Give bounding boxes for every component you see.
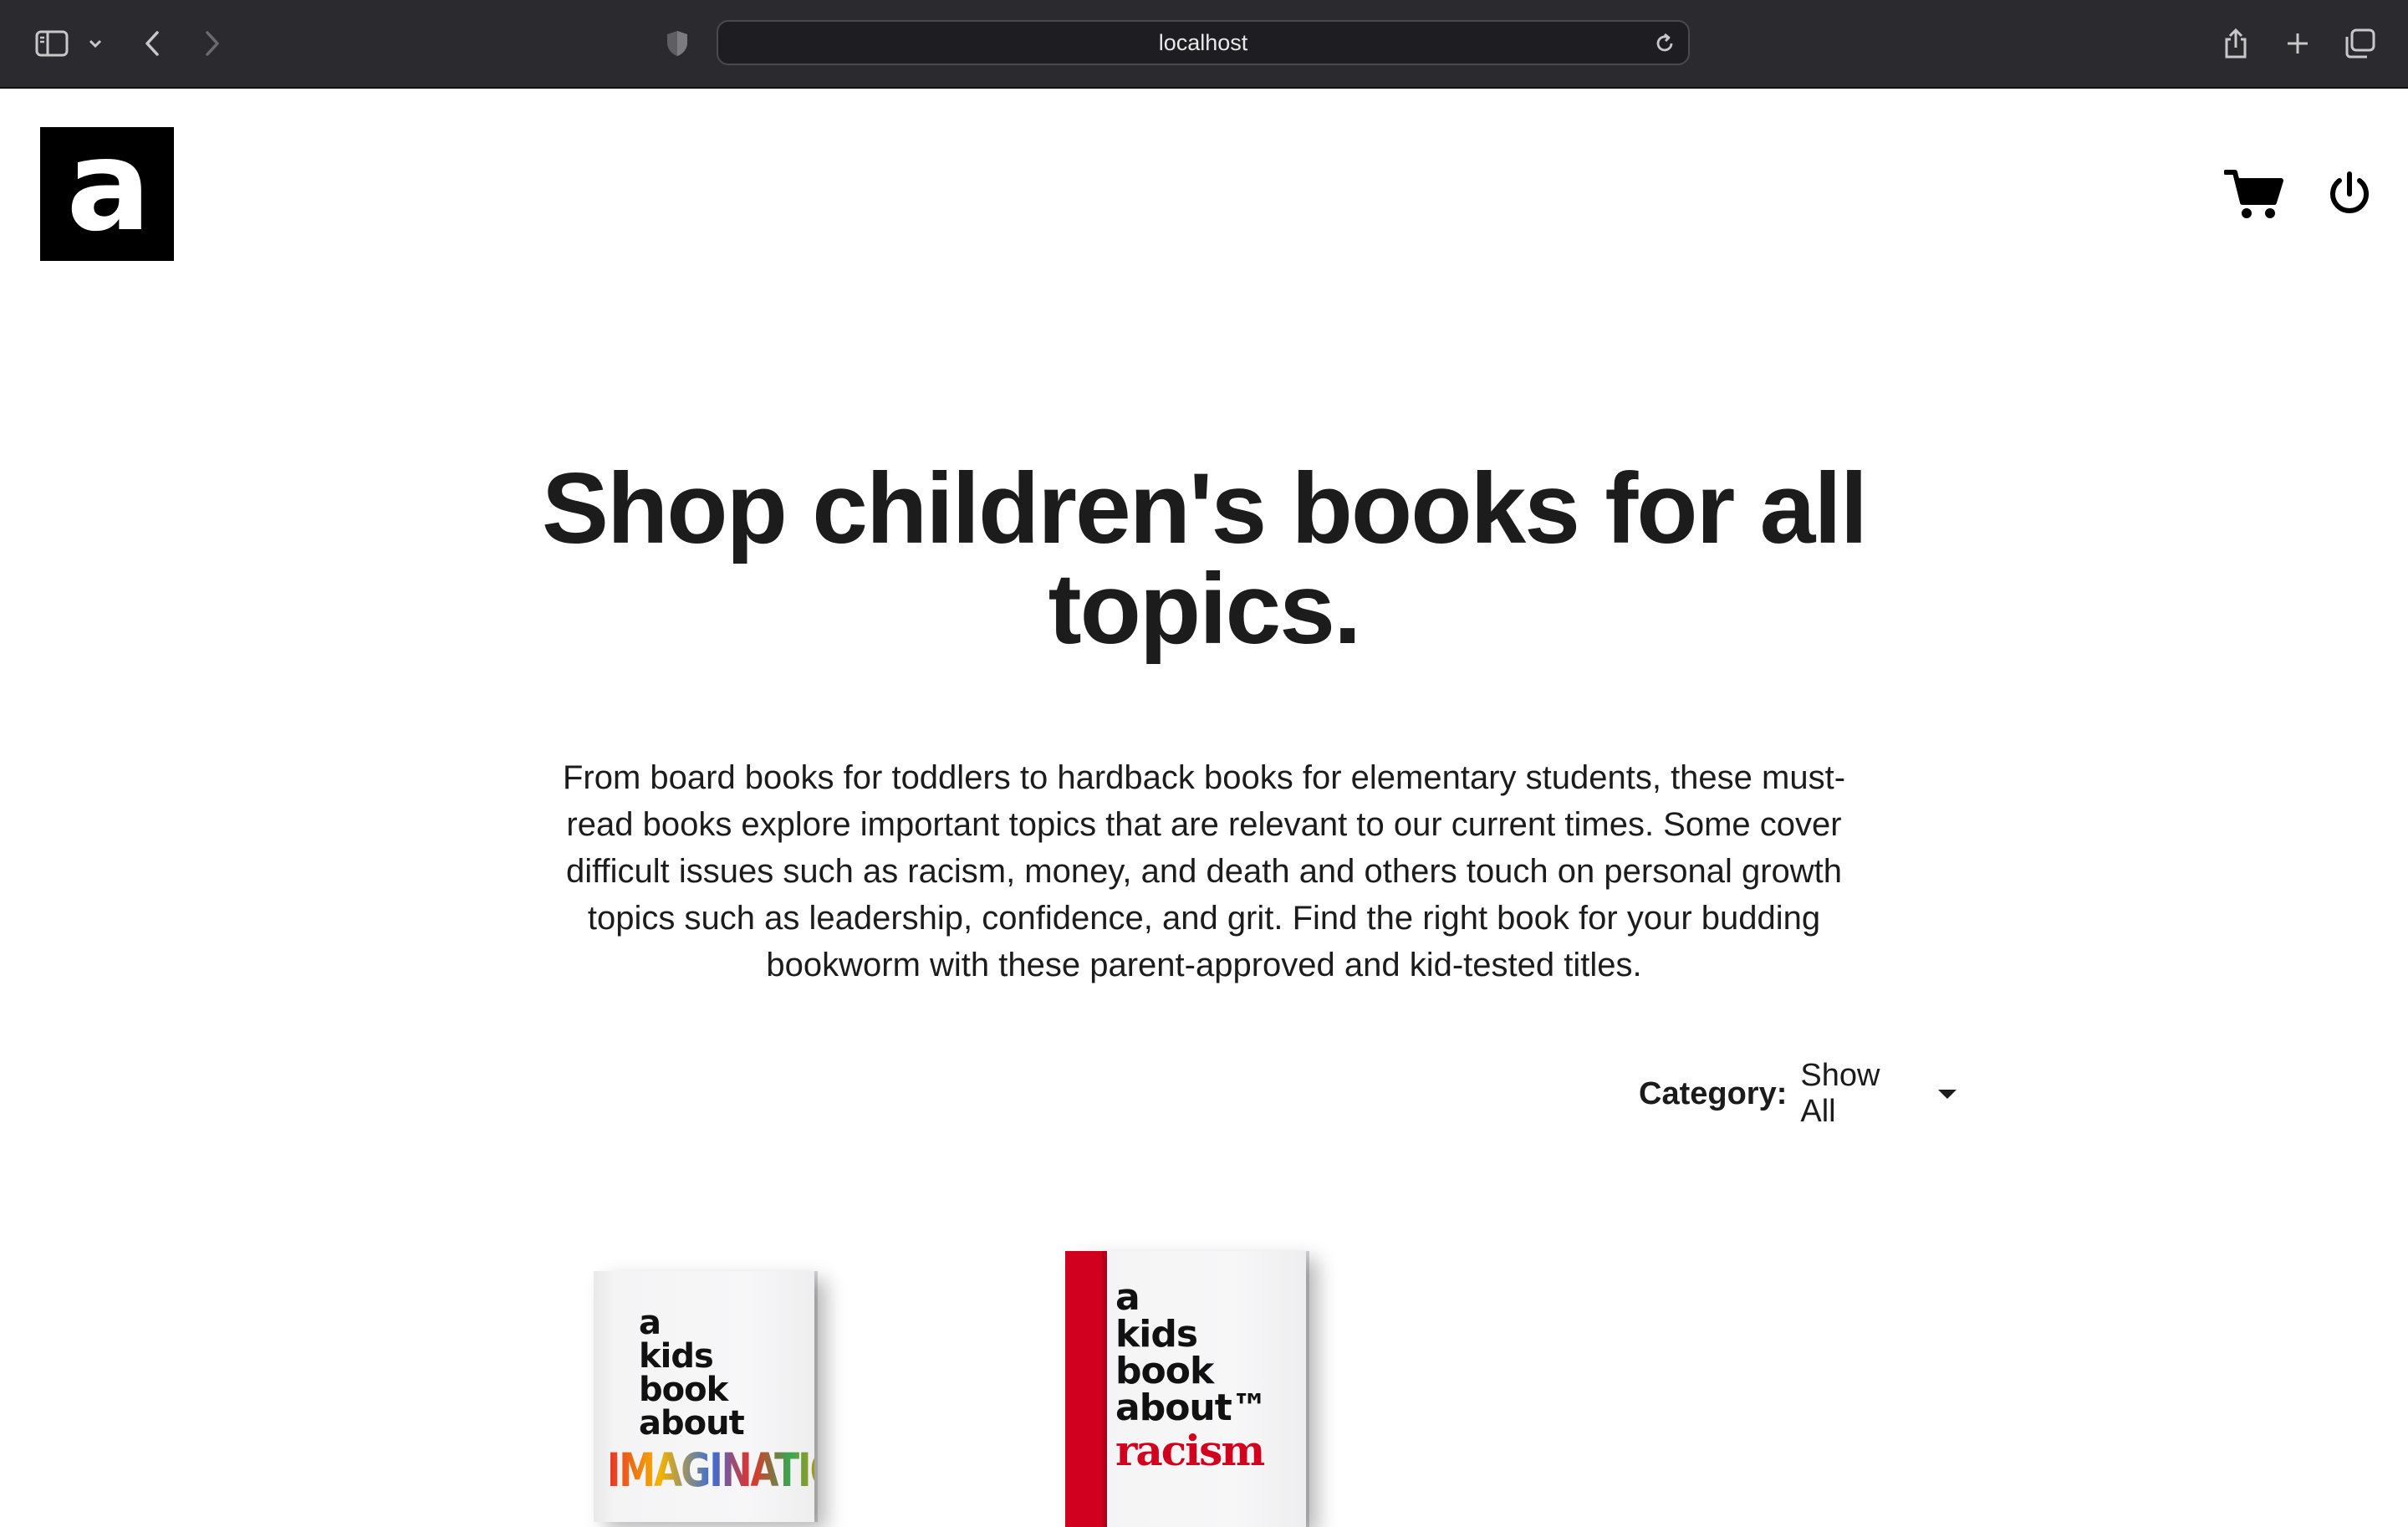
book-cover-line: about <box>639 1404 745 1443</box>
category-selected-value: Show All <box>1800 1058 1880 1129</box>
sidebar-toggle-icon[interactable] <box>32 20 72 67</box>
logo-letter: a <box>66 114 150 259</box>
caret-down-icon <box>1938 1089 1956 1099</box>
book-cover-text: a kids book about™ racism <box>1115 1279 1268 1472</box>
book-card-racism[interactable]: a kids book about™ racism <box>1065 1251 1306 1527</box>
book-cover-text: a kids book about IMAGINATION <box>607 1304 814 1494</box>
book-cover-line: kids <box>1115 1313 1198 1356</box>
category-label: Category: <box>1639 1075 1788 1111</box>
book-cover-line: a <box>1115 1276 1140 1319</box>
page-title: Shop children's books for all topics. <box>541 452 1868 665</box>
privacy-shield-icon[interactable] <box>662 20 692 67</box>
browser-toolbar: localhost <box>0 0 2408 89</box>
url-text: localhost <box>1158 29 1248 55</box>
book-cover-line: kids <box>639 1337 714 1376</box>
site-logo[interactable]: a <box>40 114 174 261</box>
book-cover-line: book <box>1115 1350 1214 1392</box>
back-icon[interactable] <box>137 20 167 67</box>
category-dropdown[interactable]: Show All <box>1800 1058 1956 1130</box>
forward-icon[interactable] <box>197 20 227 67</box>
new-tab-icon[interactable] <box>2283 20 2313 67</box>
reload-icon[interactable] <box>1653 32 1676 55</box>
power-icon[interactable] <box>2326 171 2373 217</box>
book-spine <box>1065 1251 1107 1527</box>
address-bar[interactable]: localhost <box>717 20 1690 65</box>
chevron-down-icon[interactable] <box>84 20 107 67</box>
category-filter: Category: Show All <box>1639 1058 1956 1129</box>
book-topic: IMAGINATION <box>607 1448 814 1494</box>
book-cover-line: a <box>639 1304 661 1342</box>
book-card-imagination[interactable]: a kids book about IMAGINATION <box>594 1271 814 1522</box>
book-topic: racism <box>1115 1426 1265 1475</box>
book-cover-line: about™ <box>1115 1387 1268 1429</box>
share-icon[interactable] <box>2221 20 2251 67</box>
page-description: From board books for toddlers to hardbac… <box>562 759 1846 983</box>
cart-icon[interactable] <box>2223 167 2284 221</box>
book-cover-line: book <box>639 1371 728 1409</box>
tab-overview-icon[interactable] <box>2343 20 2376 67</box>
